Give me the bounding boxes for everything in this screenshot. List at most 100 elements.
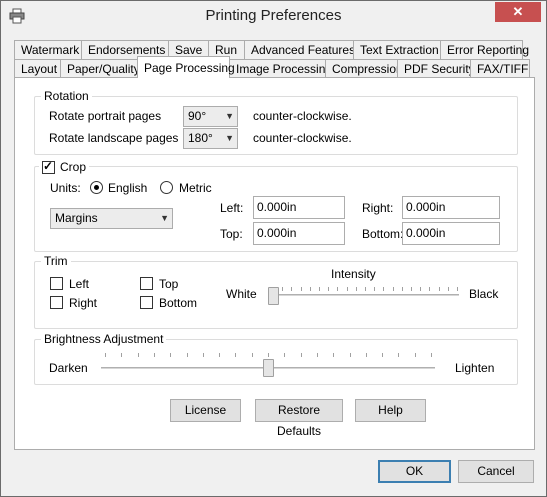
chevron-down-icon: ▼ bbox=[225, 111, 234, 121]
lighten-label: Lighten bbox=[455, 361, 495, 375]
slider-tick bbox=[310, 287, 311, 291]
right-margin-label: Right: bbox=[362, 201, 394, 215]
slider-tick bbox=[282, 287, 283, 291]
slider-tick bbox=[347, 287, 348, 291]
trim-left-label: Left bbox=[69, 277, 90, 291]
trim-right-checkbox[interactable] bbox=[50, 296, 63, 309]
slider-tick bbox=[301, 287, 302, 291]
tab-error-reporting[interactable]: Error Reporting bbox=[440, 40, 529, 59]
slider-tick bbox=[431, 353, 432, 357]
top-margin-label: Top: bbox=[220, 227, 243, 241]
tab-fax-tiff[interactable]: FAX/TIFF bbox=[470, 59, 530, 78]
landscape-rotation-value: 180° bbox=[188, 131, 213, 145]
tab-row-1: Watermark Endorsements Save Run Advanced… bbox=[14, 40, 529, 59]
crop-mode-select[interactable]: Margins ▼ bbox=[50, 208, 173, 229]
left-margin-input[interactable]: 0.000in bbox=[253, 196, 345, 219]
english-label: English bbox=[108, 181, 148, 195]
portrait-direction-text: counter-clockwise. bbox=[253, 109, 352, 123]
ok-button[interactable]: OK bbox=[378, 460, 451, 483]
right-margin-input[interactable]: 0.000in bbox=[402, 196, 500, 219]
slider-tick bbox=[398, 353, 399, 357]
slider-tick bbox=[415, 353, 416, 357]
slider-tick bbox=[448, 287, 449, 291]
close-icon: ✕ bbox=[512, 4, 524, 19]
crop-group: Crop Units: English Metric Margins ▼ Lef… bbox=[34, 159, 518, 252]
crop-label: Crop bbox=[60, 160, 90, 174]
crop-checkbox[interactable] bbox=[42, 159, 55, 174]
intensity-label: Intensity bbox=[331, 267, 376, 281]
license-button[interactable]: License bbox=[170, 399, 241, 422]
metric-radio[interactable] bbox=[160, 181, 173, 194]
cancel-button[interactable]: Cancel bbox=[458, 460, 534, 483]
landscape-direction-text: counter-clockwise. bbox=[253, 131, 352, 145]
slider-tick bbox=[420, 287, 421, 291]
slider-tick bbox=[105, 353, 106, 357]
intensity-ticks bbox=[273, 287, 458, 291]
restore-defaults-button[interactable]: Restore Defaults bbox=[255, 399, 343, 438]
english-radio[interactable] bbox=[90, 181, 103, 194]
slider-tick bbox=[333, 353, 334, 357]
tab-image-processing[interactable]: Image Processing bbox=[229, 59, 332, 78]
intensity-slider-thumb[interactable] bbox=[268, 287, 279, 305]
slider-tick bbox=[328, 287, 329, 291]
trim-left-checkbox[interactable] bbox=[50, 277, 63, 290]
portrait-rotation-value: 90° bbox=[188, 109, 207, 123]
slider-tick bbox=[268, 353, 269, 357]
slider-tick bbox=[383, 287, 384, 291]
slider-tick bbox=[138, 353, 139, 357]
units-label: Units: bbox=[50, 181, 81, 195]
tab-layout[interactable]: Layout bbox=[14, 59, 61, 78]
tab-compression[interactable]: Compression bbox=[325, 59, 403, 78]
chevron-down-icon: ▼ bbox=[160, 213, 169, 223]
tab-watermark[interactable]: Watermark bbox=[14, 40, 82, 59]
slider-tick bbox=[374, 287, 375, 291]
slider-tick bbox=[393, 287, 394, 291]
trim-group-label: Trim bbox=[41, 254, 71, 268]
slider-tick bbox=[319, 287, 320, 291]
tab-advanced-features[interactable]: Advanced Features bbox=[244, 40, 355, 59]
slider-tick bbox=[219, 353, 220, 357]
slider-tick bbox=[203, 353, 204, 357]
landscape-rotation-select[interactable]: 180° ▼ bbox=[183, 128, 238, 149]
slider-tick bbox=[439, 287, 440, 291]
bottom-margin-input[interactable]: 0.000in bbox=[402, 222, 500, 245]
tab-pdf-security[interactable]: PDF Security bbox=[397, 59, 475, 78]
slider-tick bbox=[356, 287, 357, 291]
trim-bottom-label: Bottom bbox=[159, 296, 198, 310]
portrait-label: Rotate portrait pages bbox=[49, 109, 162, 123]
slider-tick bbox=[291, 287, 292, 291]
trim-top-checkbox[interactable] bbox=[140, 277, 153, 290]
trim-top-label: Top bbox=[159, 277, 179, 291]
metric-label: Metric bbox=[179, 181, 212, 195]
rotation-group-label: Rotation bbox=[41, 89, 92, 103]
slider-tick bbox=[252, 353, 253, 357]
slider-tick bbox=[187, 353, 188, 357]
chevron-down-icon: ▼ bbox=[225, 133, 234, 143]
rotation-group: Rotation Rotate portrait pages 90° ▼ cou… bbox=[34, 89, 518, 155]
title-bar: Printing Preferences ✕ bbox=[1, 1, 546, 31]
brightness-ticks bbox=[105, 353, 432, 357]
brightness-slider-thumb[interactable] bbox=[263, 359, 274, 377]
slider-tick bbox=[402, 287, 403, 291]
slider-tick bbox=[170, 353, 171, 357]
tab-paper-quality[interactable]: Paper/Quality bbox=[60, 59, 140, 78]
trim-group: Trim Left Top Right Bottom Intensity Whi… bbox=[34, 254, 518, 329]
close-button[interactable]: ✕ bbox=[495, 2, 541, 22]
slider-tick bbox=[457, 287, 458, 291]
slider-tick bbox=[301, 353, 302, 357]
top-margin-input[interactable]: 0.000in bbox=[253, 222, 345, 245]
slider-tick bbox=[337, 287, 338, 291]
page-processing-panel: Rotation Rotate portrait pages 90° ▼ cou… bbox=[14, 77, 535, 450]
landscape-label: Rotate landscape pages bbox=[49, 131, 179, 145]
trim-bottom-checkbox[interactable] bbox=[140, 296, 153, 309]
slider-tick bbox=[382, 353, 383, 357]
tab-page-processing[interactable]: Page Processing bbox=[137, 56, 235, 78]
slider-tick bbox=[154, 353, 155, 357]
tab-text-extraction[interactable]: Text Extraction bbox=[353, 40, 441, 59]
trim-right-label: Right bbox=[69, 296, 98, 310]
white-label: White bbox=[226, 287, 257, 301]
darken-label: Darken bbox=[49, 361, 88, 375]
slider-tick bbox=[411, 287, 412, 291]
portrait-rotation-select[interactable]: 90° ▼ bbox=[183, 106, 238, 127]
help-button[interactable]: Help bbox=[355, 399, 426, 422]
